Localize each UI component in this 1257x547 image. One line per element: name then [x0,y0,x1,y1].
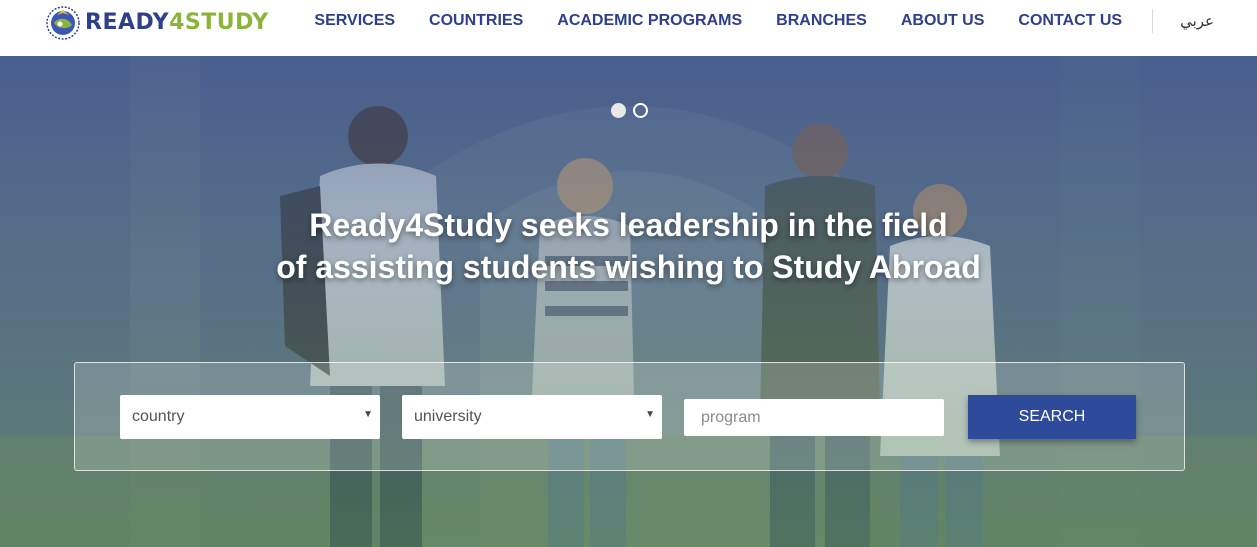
logo-text: READY4STUDY [85,9,269,35]
university-select[interactable]: university ▼ [402,395,662,439]
nav-about-us[interactable]: ABOUT US [901,12,985,30]
language-switch-arabic[interactable]: عربي [1180,12,1214,30]
main-nav: SERVICES COUNTRIES ACADEMIC PROGRAMS BRA… [314,0,1257,42]
site-logo[interactable]: READY4STUDY [44,3,269,41]
nav-branches[interactable]: BRANCHES [776,12,867,30]
nav-services[interactable]: SERVICES [314,12,395,30]
slider-dot-2[interactable] [633,103,648,118]
hero-headline: Ready4Study seeks leadership in the fiel… [0,204,1257,288]
search-button[interactable]: SEARCH [968,395,1136,439]
hero-headline-line1: Ready4Study seeks leadership in the fiel… [309,207,948,243]
slider-dots [611,103,648,118]
chevron-down-icon: ▼ [363,409,373,420]
university-select-value: university [414,408,482,425]
hero-headline-line2: of assisting students wishing to Study A… [276,249,981,285]
globe-logo-icon [46,6,80,40]
hero-color-overlay [0,56,1257,547]
slider-dot-1[interactable] [611,103,626,118]
nav-academic-programs[interactable]: ACADEMIC PROGRAMS [557,12,742,30]
nav-countries[interactable]: COUNTRIES [429,12,523,30]
country-select-value: country [132,408,185,425]
hero-slider: Ready4Study seeks leadership in the fiel… [0,56,1257,547]
country-select[interactable]: country ▼ [120,395,380,439]
nav-contact-us[interactable]: CONTACT US [1018,12,1122,30]
chevron-down-icon: ▼ [645,409,655,420]
nav-divider [1152,9,1154,33]
site-header: READY4STUDY SERVICES COUNTRIES ACADEMIC … [0,0,1257,56]
search-panel: country ▼ university ▼ SEARCH [74,362,1185,471]
program-input[interactable] [684,399,944,436]
